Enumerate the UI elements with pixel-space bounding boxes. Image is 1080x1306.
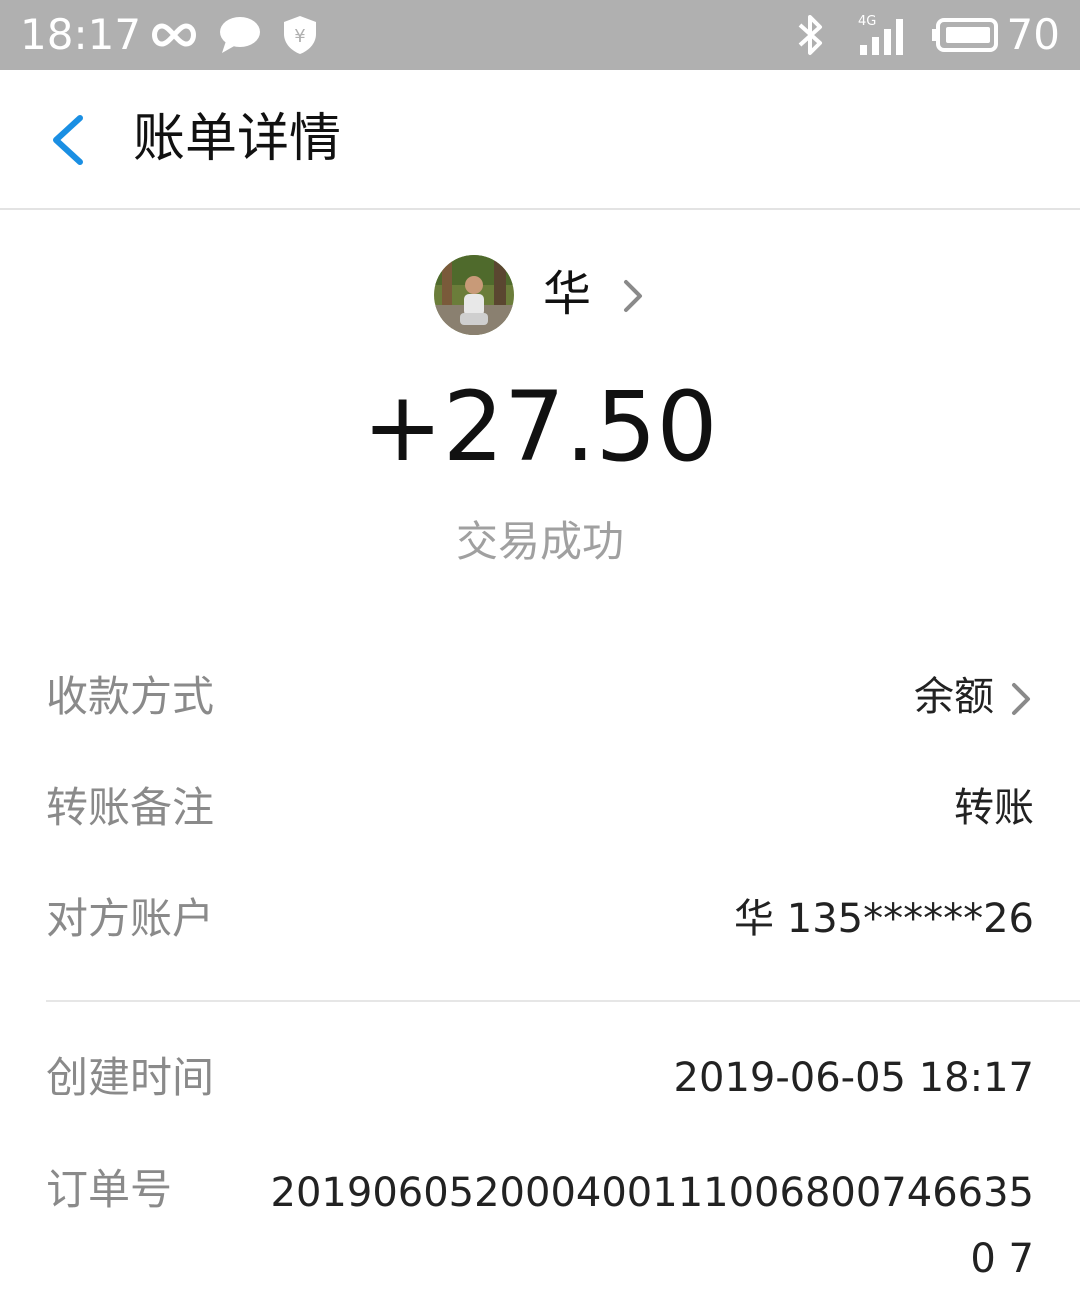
remark-value: 转账: [954, 785, 1034, 831]
order-number-label: 订单号: [46, 1165, 173, 1214]
app-header: 账单详情: [0, 70, 1080, 210]
payment-method-label: 收款方式: [46, 672, 215, 721]
transaction-amount: +27.50: [362, 371, 718, 483]
created-time-value: 2019-06-05 18:17: [673, 1055, 1034, 1101]
avatar[interactable]: [434, 255, 514, 335]
network-label: 4G: [858, 14, 876, 29]
order-number-value: 2019060520004001110068007466350 7: [270, 1170, 1034, 1282]
back-button[interactable]: [40, 108, 100, 172]
status-time: 18:17: [20, 10, 142, 59]
shield-yuan-icon: ¥: [282, 12, 318, 58]
status-bar: 18:17 ¥ 4G 70: [0, 0, 1080, 70]
transaction-status: 交易成功: [455, 517, 624, 566]
bluetooth-icon: [792, 12, 828, 58]
battery-level: 70: [1006, 10, 1060, 59]
payment-method-text: 余额: [914, 674, 994, 720]
infinity-icon: [148, 12, 200, 58]
chevron-right-icon: [624, 280, 642, 312]
counterparty-account-value: 华 135******26: [734, 896, 1034, 942]
created-time-row: 创建时间 2019-06-05 18:17: [46, 1043, 1034, 1113]
counterparty-account-row: 对方账户 华 135******26: [46, 884, 1034, 954]
chevron-left-icon: [53, 115, 83, 165]
chevron-right-icon: [1012, 683, 1030, 715]
payment-method-value[interactable]: 余额: [914, 662, 1034, 732]
remark-row: 转账备注 转账: [46, 773, 1034, 843]
svg-text:¥: ¥: [294, 26, 305, 47]
created-time-label: 创建时间: [46, 1053, 215, 1102]
signal-4g-icon: 4G: [858, 12, 910, 58]
remark-label: 转账备注: [46, 783, 215, 832]
page-title: 账单详情: [133, 109, 342, 169]
divider: [46, 1000, 1080, 1002]
payment-method-row[interactable]: 收款方式 余额: [46, 662, 1034, 732]
battery-icon: [932, 12, 1000, 58]
counterparty-name[interactable]: 华: [543, 264, 591, 324]
chat-icon: [218, 12, 262, 58]
counterparty-header[interactable]: 华: [0, 250, 1080, 340]
counterparty-account-label: 对方账户: [46, 894, 215, 943]
